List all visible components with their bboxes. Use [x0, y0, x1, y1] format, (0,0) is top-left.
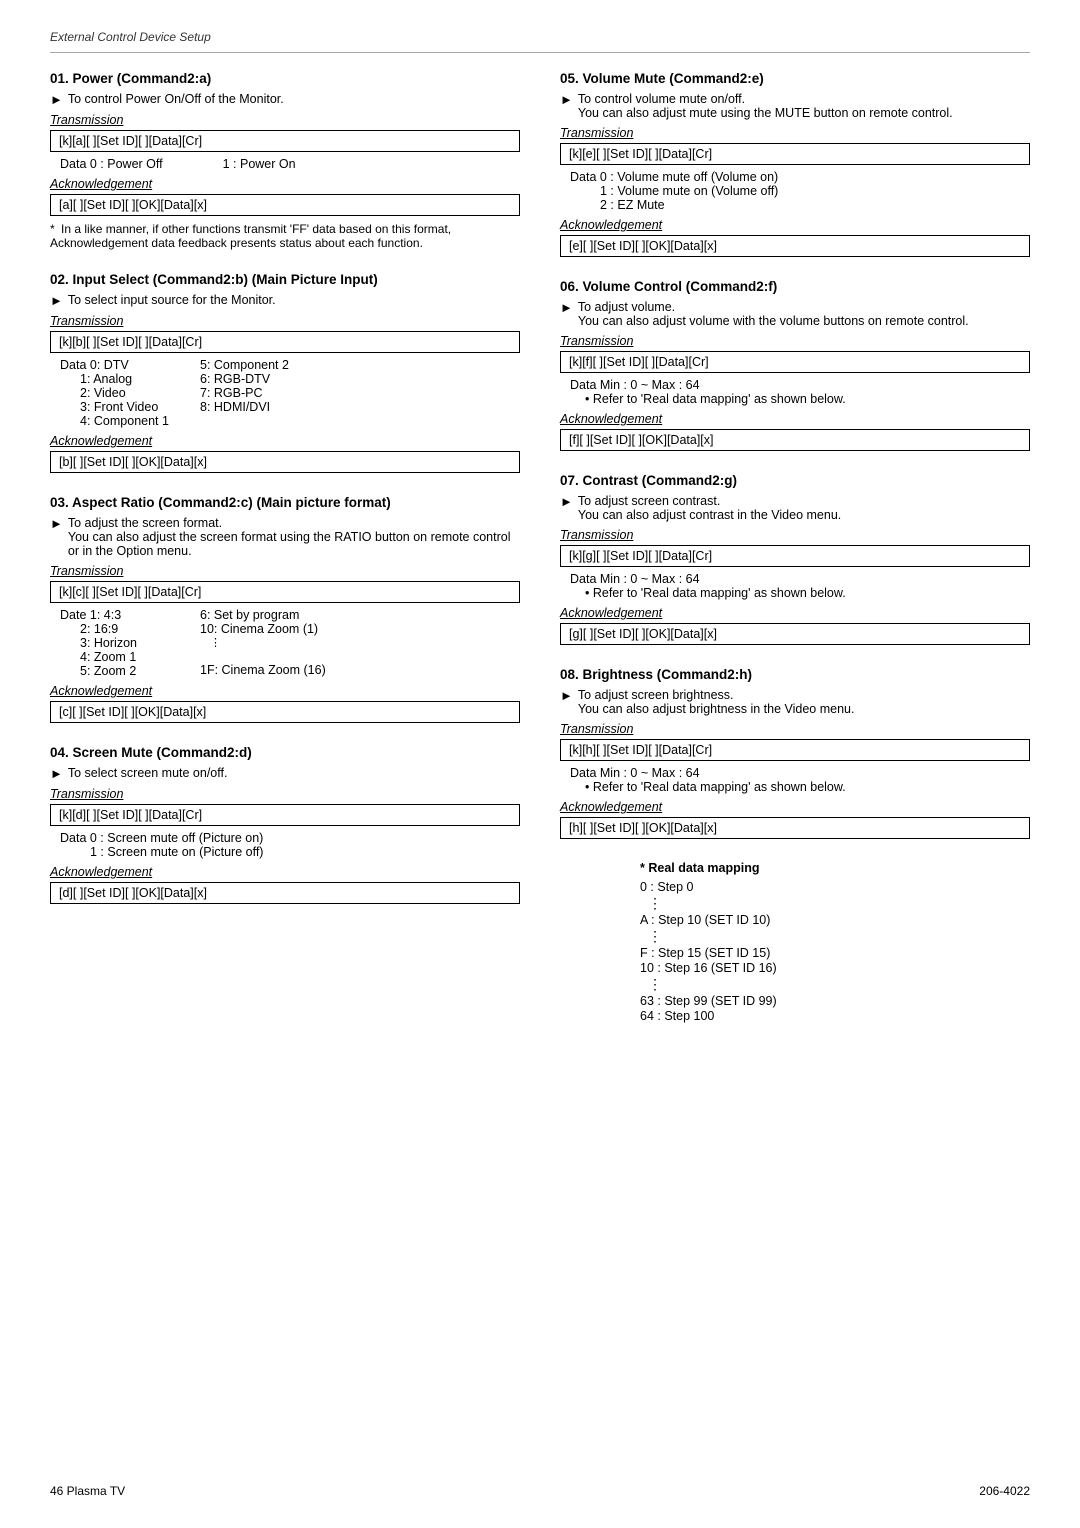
ack-code-aspect: [c][ ][Set ID][ ][OK][Data][x]	[50, 701, 520, 723]
ack-code-vol-mute: [e][ ][Set ID][ ][OK][Data][x]	[560, 235, 1030, 257]
ack-code-brightness: [h][ ][Set ID][ ][OK][Data][x]	[560, 817, 1030, 839]
section-title-volume-control: 06. Volume Control (Command2:f)	[560, 279, 1030, 294]
ack-label-power: Acknowledgement	[50, 177, 520, 191]
real-data-row: A : Step 10 (SET ID 10)	[640, 913, 1030, 927]
section-input-select: 02. Input Select (Command2:b) (Main Pict…	[50, 272, 520, 473]
contrast-description: ► To adjust screen contrast.You can also…	[560, 494, 1030, 522]
section-contrast: 07. Contrast (Command2:g) ► To adjust sc…	[560, 473, 1030, 645]
ack-code-contrast: [g][ ][Set ID][ ][OK][Data][x]	[560, 623, 1030, 645]
left-column: 01. Power (Command2:a) ► To control Powe…	[50, 71, 520, 1024]
ack-label-vol-ctrl: Acknowledgement	[560, 412, 1030, 426]
ack-label-screen-mute: Acknowledgement	[50, 865, 520, 879]
section-aspect-ratio: 03. Aspect Ratio (Command2:c) (Main pict…	[50, 495, 520, 723]
transmission-code-vol-mute: [k][e][ ][Set ID][ ][Data][Cr]	[560, 143, 1030, 165]
transmission-label-vol-mute: Transmission	[560, 126, 1030, 140]
section-power: 01. Power (Command2:a) ► To control Powe…	[50, 71, 520, 250]
ack-label-contrast: Acknowledgement	[560, 606, 1030, 620]
ack-label-brightness: Acknowledgement	[560, 800, 1030, 814]
ack-label-input: Acknowledgement	[50, 434, 520, 448]
section-title-volume-mute: 05. Volume Mute (Command2:e)	[560, 71, 1030, 86]
footnote-power: * In a like manner, if other functions t…	[50, 222, 520, 250]
arrow-icon: ►	[50, 92, 63, 107]
transmission-label-vol-ctrl: Transmission	[560, 334, 1030, 348]
section-volume-control: 06. Volume Control (Command2:f) ► To adj…	[560, 279, 1030, 451]
data-list-input: Data 0: DTV 1: Analog 2: Video 3: Front …	[60, 358, 520, 428]
volume-control-description: ► To adjust volume.You can also adjust v…	[560, 300, 1030, 328]
real-data-row: 63 : Step 99 (SET ID 99)	[640, 994, 1030, 1008]
page-header: External Control Device Setup	[50, 30, 1030, 44]
ellipsis1: ⋮	[648, 895, 1030, 912]
section-title-contrast: 07. Contrast (Command2:g)	[560, 473, 1030, 488]
transmission-code-power: [k][a][ ][Set ID][ ][Data][Cr]	[50, 130, 520, 152]
page: External Control Device Setup 01. Power …	[0, 0, 1080, 1528]
section-title-brightness: 08. Brightness (Command2:h)	[560, 667, 1030, 682]
real-data-row: 0 : Step 0	[640, 880, 1030, 894]
transmission-label-brightness: Transmission	[560, 722, 1030, 736]
footer-right: 206-4022	[979, 1484, 1030, 1498]
data-bullet-vol-ctrl: • Refer to 'Real data mapping' as shown …	[585, 392, 1030, 406]
ack-label-aspect: Acknowledgement	[50, 684, 520, 698]
section-title-screen-mute: 04. Screen Mute (Command2:d)	[50, 745, 520, 760]
screen-mute-description: ► To select screen mute on/off.	[50, 766, 520, 781]
data-list-vol-ctrl: Data Min : 0 ~ Max : 64 • Refer to 'Real…	[570, 378, 1030, 406]
real-data-row: F : Step 15 (SET ID 15)	[640, 946, 1030, 960]
asterisk-icon: *	[50, 222, 55, 236]
data-list-brightness: Data Min : 0 ~ Max : 64 • Refer to 'Real…	[570, 766, 1030, 794]
arrow-icon: ►	[560, 688, 573, 703]
arrow-icon: ►	[50, 516, 63, 531]
aspect-description: ► To adjust the screen format.You can al…	[50, 516, 520, 558]
section-volume-mute: 05. Volume Mute (Command2:e) ► To contro…	[560, 71, 1030, 257]
top-rule	[50, 52, 1030, 53]
transmission-label-contrast: Transmission	[560, 528, 1030, 542]
transmission-code-brightness: [k][h][ ][Set ID][ ][Data][Cr]	[560, 739, 1030, 761]
data-bullet-contrast: • Refer to 'Real data mapping' as shown …	[585, 586, 1030, 600]
arrow-icon: ►	[560, 92, 573, 107]
transmission-code-vol-ctrl: [k][f][ ][Set ID][ ][Data][Cr]	[560, 351, 1030, 373]
section-brightness: 08. Brightness (Command2:h) ► To adjust …	[560, 667, 1030, 839]
real-data-mapping: * Real data mapping 0 : Step 0 ⋮ A : Ste…	[640, 861, 1030, 1023]
ack-code-vol-ctrl: [f][ ][Set ID][ ][OK][Data][x]	[560, 429, 1030, 451]
data-list-power: Data 0 : Power Off 1 : Power On	[60, 157, 520, 171]
power-description: ► To control Power On/Off of the Monitor…	[50, 92, 520, 107]
section-title-power: 01. Power (Command2:a)	[50, 71, 520, 86]
arrow-icon: ►	[50, 766, 63, 781]
transmission-label-input: Transmission	[50, 314, 520, 328]
arrow-icon: ►	[560, 494, 573, 509]
arrow-icon: ►	[560, 300, 573, 315]
real-data-row: 64 : Step 100	[640, 1009, 1030, 1023]
ellipsis2: ⋮	[648, 928, 1030, 945]
transmission-label-screen-mute: Transmission	[50, 787, 520, 801]
real-data-row: 10 : Step 16 (SET ID 16)	[640, 961, 1030, 975]
transmission-code-screen-mute: [k][d][ ][Set ID][ ][Data][Cr]	[50, 804, 520, 826]
section-title-input-select: 02. Input Select (Command2:b) (Main Pict…	[50, 272, 520, 287]
data-list-contrast: Data Min : 0 ~ Max : 64 • Refer to 'Real…	[570, 572, 1030, 600]
arrow-icon: ►	[50, 293, 63, 308]
ack-code-input: [b][ ][Set ID][ ][OK][Data][x]	[50, 451, 520, 473]
volume-mute-description: ► To control volume mute on/off.You can …	[560, 92, 1030, 120]
transmission-code-contrast: [k][g][ ][Set ID][ ][Data][Cr]	[560, 545, 1030, 567]
ack-code-power: [a][ ][Set ID][ ][OK][Data][x]	[50, 194, 520, 216]
two-column-layout: 01. Power (Command2:a) ► To control Powe…	[50, 71, 1030, 1024]
data-bullet-brightness: • Refer to 'Real data mapping' as shown …	[585, 780, 1030, 794]
data-list-screen-mute: Data 0 : Screen mute off (Picture on) 1 …	[60, 831, 520, 859]
transmission-label-power: Transmission	[50, 113, 520, 127]
ellipsis3: ⋮	[648, 976, 1030, 993]
ack-code-screen-mute: [d][ ][Set ID][ ][OK][Data][x]	[50, 882, 520, 904]
section-title-aspect: 03. Aspect Ratio (Command2:c) (Main pict…	[50, 495, 520, 510]
footer-left: 46 Plasma TV	[50, 1484, 125, 1498]
section-screen-mute: 04. Screen Mute (Command2:d) ► To select…	[50, 745, 520, 904]
transmission-code-input: [k][b][ ][Set ID][ ][Data][Cr]	[50, 331, 520, 353]
data-list-aspect: Date 1: 4:3 2: 16:9 3: Horizon 4: Zoom 1…	[60, 608, 520, 678]
ack-label-vol-mute: Acknowledgement	[560, 218, 1030, 232]
real-data-title: * Real data mapping	[640, 861, 1030, 875]
brightness-description: ► To adjust screen brightness.You can al…	[560, 688, 1030, 716]
data-list-vol-mute: Data 0 : Volume mute off (Volume on) 1 :…	[570, 170, 1030, 212]
page-footer: 46 Plasma TV 206-4022	[50, 1484, 1030, 1498]
right-column: 05. Volume Mute (Command2:e) ► To contro…	[560, 71, 1030, 1024]
input-select-description: ► To select input source for the Monitor…	[50, 293, 520, 308]
transmission-label-aspect: Transmission	[50, 564, 520, 578]
transmission-code-aspect: [k][c][ ][Set ID][ ][Data][Cr]	[50, 581, 520, 603]
